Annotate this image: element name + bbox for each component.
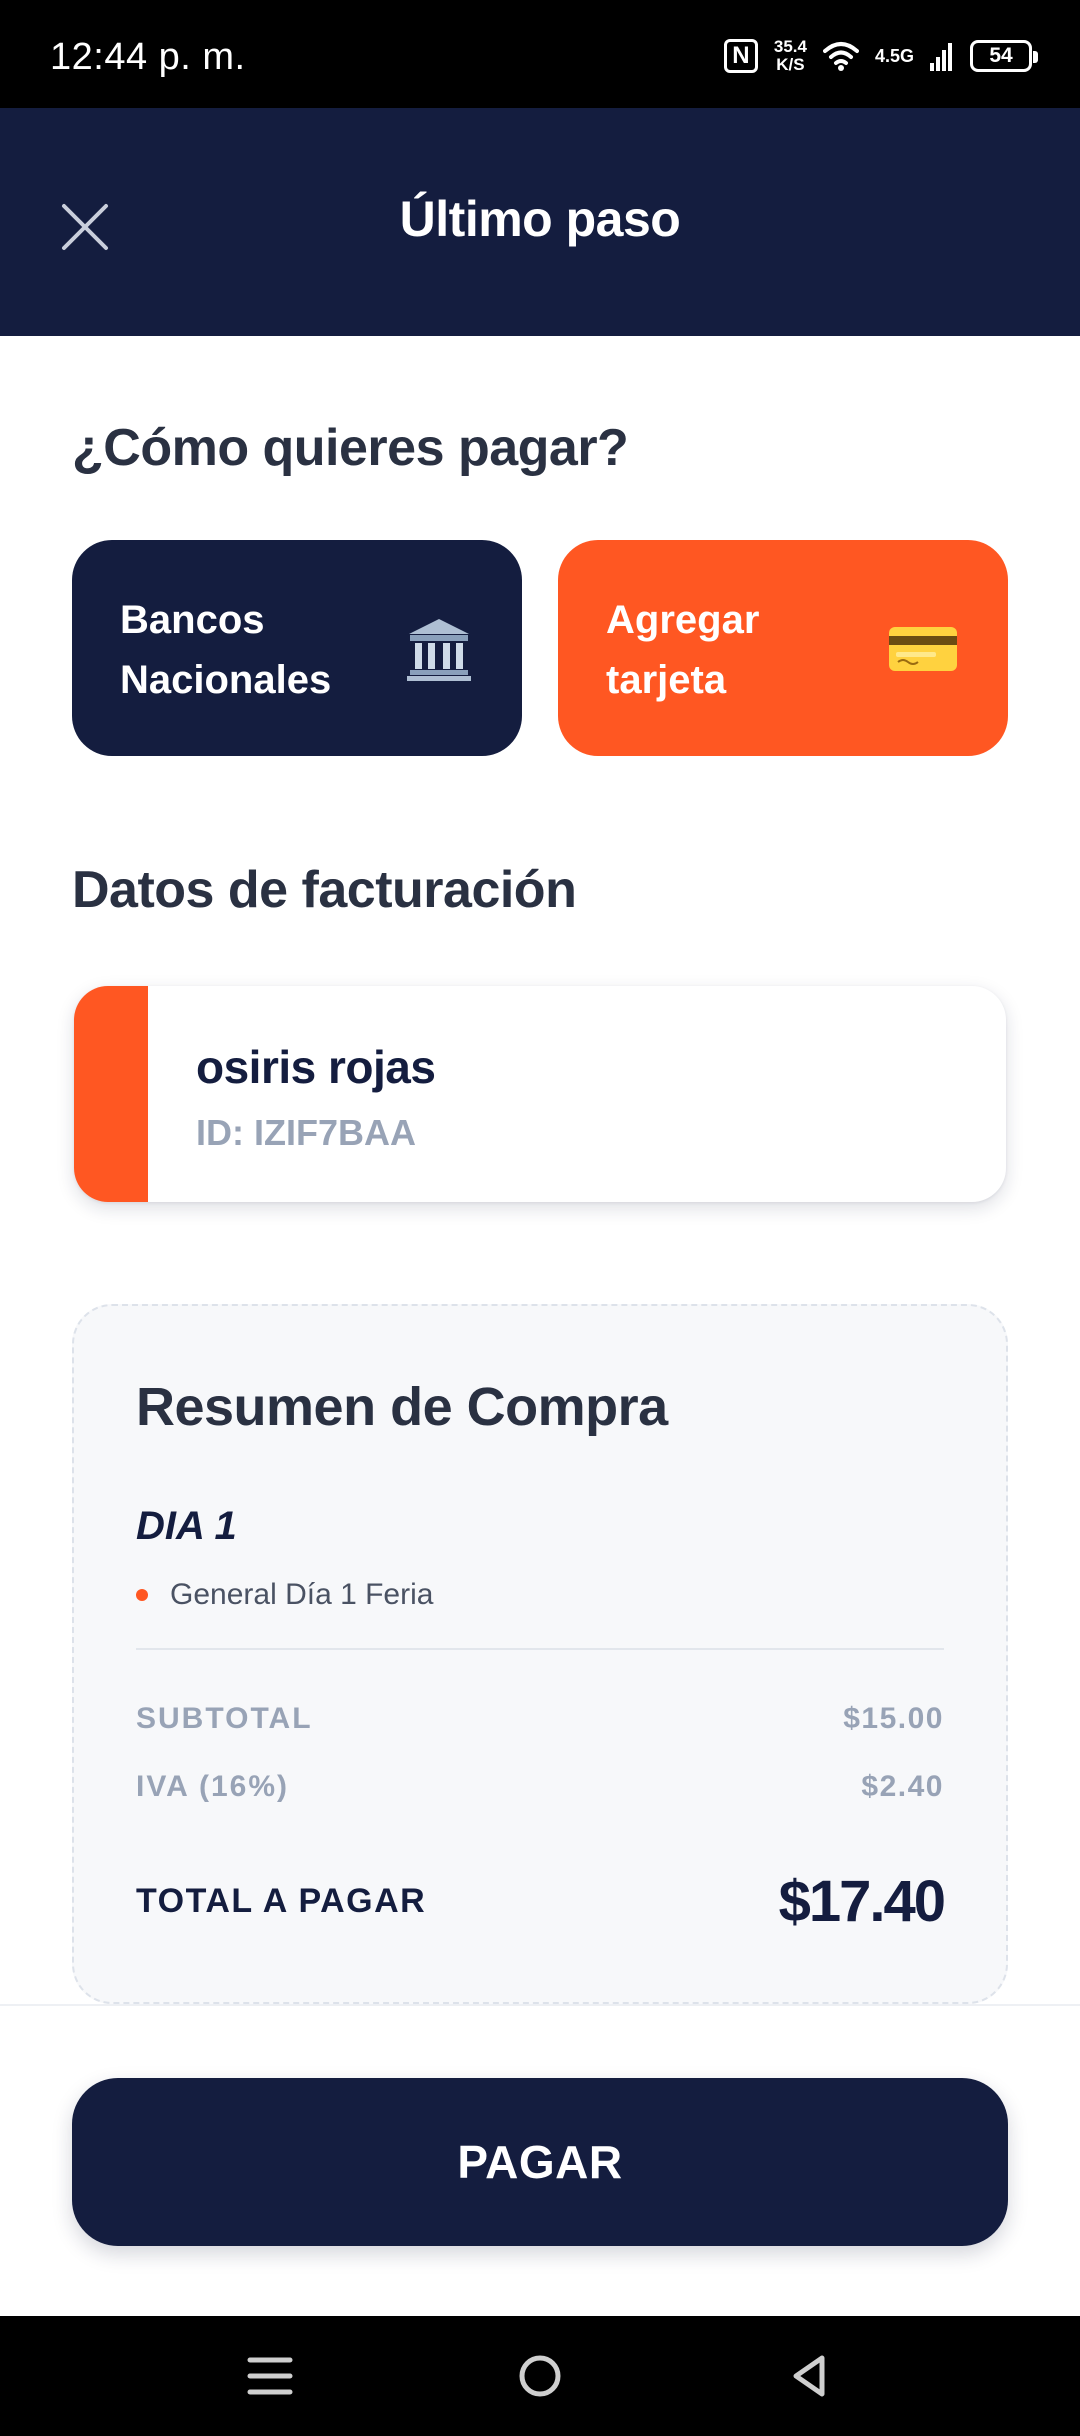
list-item: General Día 1 Feria [136,1578,433,1612]
summary-divider [136,1648,944,1650]
national-banks-label-line1: Bancos [120,598,265,642]
ticket-item-label: General Día 1 Feria [170,1578,434,1611]
national-banks-label: Bancos Nacionales [120,590,331,710]
wifi-icon [822,42,859,71]
network-type: 4.5G [874,45,914,66]
system-navigation-bar [0,2316,1080,2436]
bottom-action-bar: PAGAR [0,2004,1080,2316]
network-speed-unit: K/S [776,55,805,74]
add-card-label-line1: Agregar [606,598,760,642]
bank-icon [407,619,471,681]
pay-button[interactable]: PAGAR [72,2078,1008,2246]
total-row: TOTAL A PAGAR $17.40 [136,1868,946,1935]
back-icon[interactable] [780,2346,840,2406]
national-banks-label-line2: Nacionales [120,658,332,702]
subtotal-row: SUBTOTAL $15.00 [136,1702,944,1736]
credit-card-icon [889,627,957,671]
network-speed: 35.4 K/S [774,38,807,74]
status-bar: 12:44 p. m. N 35.4 K/S 4.5G 54 [0,0,1080,108]
home-icon[interactable] [510,2346,570,2406]
day-label: DIA 1 [136,1504,237,1548]
billing-card[interactable]: osiris rojas ID: IZIF7BAA [74,986,1006,1202]
billing-id: ID: IZIF7BAA [196,1112,416,1153]
battery-icon: 54 [970,40,1038,72]
add-card-label-line2: tarjeta [606,658,727,702]
battery-level: 54 [989,44,1013,67]
iva-value: $2.40 [861,1770,944,1803]
page-title: Último paso [399,191,681,247]
add-card-button[interactable]: Agregar tarjeta [558,540,1008,756]
total-label: TOTAL A PAGAR [136,1882,427,1920]
signal-icon [930,43,952,71]
purchase-summary: Resumen de Compra DIA 1 General Día 1 Fe… [72,1304,1008,2004]
menu-icon[interactable] [240,2346,300,2406]
payment-heading: ¿Cómo quieres pagar? [72,419,629,477]
subtotal-label: SUBTOTAL [136,1702,313,1735]
network-speed-value: 35.4 [773,37,807,56]
add-card-label: Agregar tarjeta [606,590,759,710]
summary-title: Resumen de Compra [136,1377,668,1437]
nfc-icon: N [723,39,758,73]
iva-label: IVA (16%) [136,1770,290,1803]
national-banks-button[interactable]: Bancos Nacionales [72,540,522,756]
subtotal-value: $15.00 [843,1702,944,1735]
billing-name: osiris rojas [196,1041,436,1093]
iva-row: IVA (16%) $2.40 [136,1770,944,1804]
billing-accent-bar [74,986,148,1202]
status-icons: N 35.4 K/S 4.5G 54 [723,34,1038,78]
status-time: 12:44 p. m. [50,36,246,78]
app-header: Último paso [0,108,1080,336]
billing-heading: Datos de facturación [72,861,577,919]
total-value: $17.40 [778,1869,946,1934]
bullet-dot-icon [136,1589,148,1601]
